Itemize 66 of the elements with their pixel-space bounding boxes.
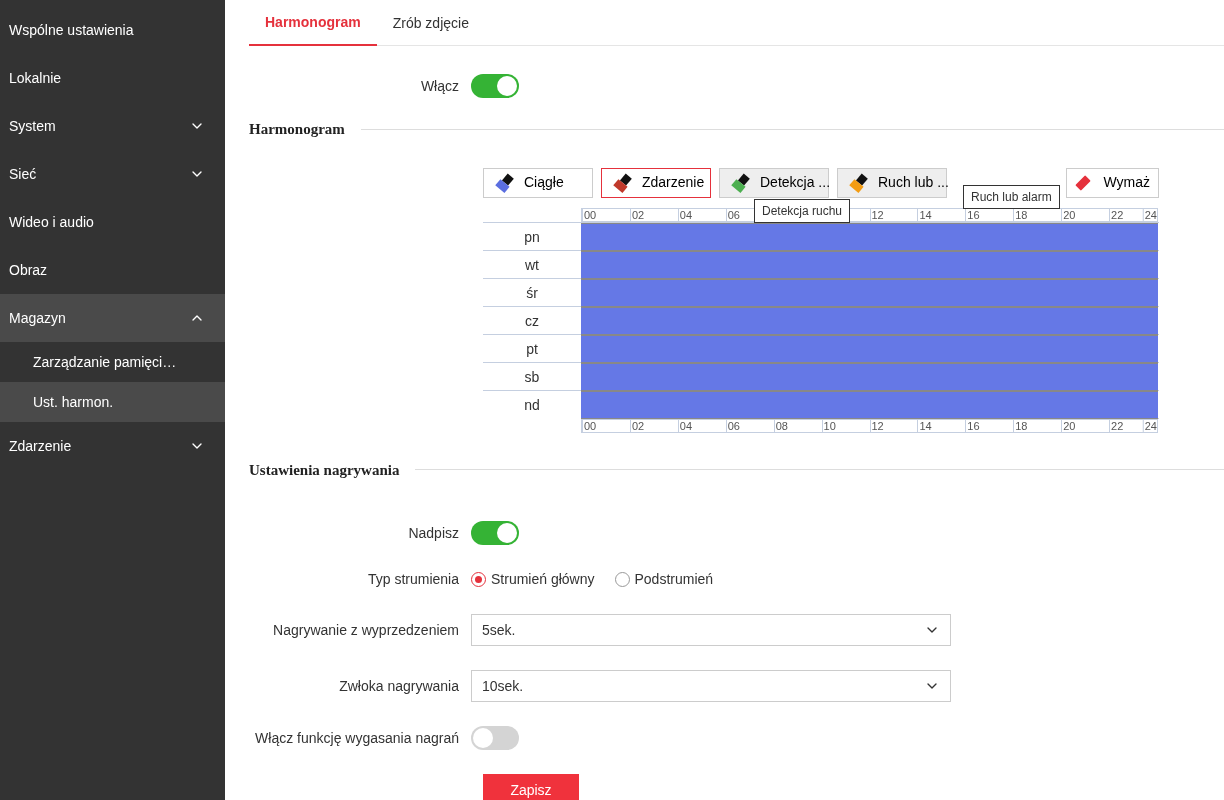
radio-option[interactable]: Strumień główny — [471, 569, 595, 590]
field-label: Nagrywanie z wyprzedzeniem — [272, 620, 460, 640]
hour-label: 14 — [917, 419, 932, 433]
tooltip: Detekcja ruchu — [754, 198, 851, 223]
field-label: Włącz — [419, 76, 460, 96]
brush-button[interactable]: Zdarzenie — [601, 167, 711, 198]
hour-label: 18 — [1013, 419, 1028, 433]
section-title: Ustawienia nagrywania — [249, 460, 400, 480]
tab[interactable]: Harmonogram — [249, 0, 377, 46]
hour-label: 18 — [1013, 208, 1028, 222]
toggle-switch[interactable] — [471, 74, 519, 98]
day-label: pt — [525, 339, 539, 359]
hour-label: 10 — [821, 419, 836, 433]
brush-button[interactable]: Ciągłe — [483, 167, 593, 198]
sidebar-item[interactable]: Wspólne ustawienia — [0, 6, 225, 54]
hour-label: 24 — [1142, 419, 1157, 433]
field-label: Włącz funkcję wygasania nagrań — [254, 728, 460, 748]
field-label: Zwłoka nagrywania — [338, 676, 460, 696]
section-title: Harmonogram — [249, 120, 345, 139]
hour-label: 20 — [1061, 419, 1076, 433]
toggle-switch[interactable] — [471, 726, 519, 750]
sidebar-item[interactable]: Sieć — [0, 150, 225, 198]
hour-label: 04 — [677, 208, 693, 222]
dropdown-field[interactable]: 10sek. — [471, 670, 951, 702]
hour-label: 22 — [1109, 208, 1124, 222]
hour-label: 02 — [629, 208, 645, 222]
day-label: cz — [524, 311, 540, 331]
save-button[interactable]: Zapisz — [483, 774, 579, 800]
hour-label: 12 — [869, 208, 884, 222]
brush-button[interactable]: Detekcja ... — [719, 167, 829, 198]
day-label: pn — [523, 227, 541, 247]
sidebar-subitem[interactable]: Ust. harmon. — [0, 382, 225, 422]
hour-label: 14 — [917, 208, 932, 222]
hour-label: 20 — [1061, 208, 1076, 222]
hour-label: 16 — [965, 208, 980, 222]
hour-label: 24 — [1142, 208, 1157, 222]
hour-label: 16 — [965, 419, 980, 433]
sidebar-item[interactable]: Magazyn — [0, 294, 225, 342]
hour-label: 06 — [725, 419, 740, 433]
hour-label: 02 — [629, 419, 645, 433]
field-label: Nadpisz — [407, 523, 460, 543]
hour-label: 06 — [725, 208, 740, 222]
hour-label: 00 — [582, 419, 597, 433]
dropdown-field[interactable]: 5sek. — [471, 614, 951, 646]
day-label: śr — [525, 283, 539, 303]
hour-label: 04 — [677, 419, 693, 433]
erase-button[interactable]: Wymaż — [1066, 167, 1159, 198]
hour-label: 00 — [582, 208, 597, 222]
tooltip: Ruch lub alarm — [963, 184, 1060, 209]
sidebar-item[interactable]: Wideo i audio — [0, 198, 225, 246]
hour-label: 12 — [869, 419, 884, 433]
field-label: Typ strumienia — [366, 570, 460, 589]
day-label: wt — [524, 255, 540, 275]
sidebar-item[interactable]: System — [0, 102, 225, 150]
day-label: nd — [523, 395, 541, 415]
brush-button[interactable]: Ruch lub ... — [837, 167, 947, 198]
sidebar-item[interactable]: Zdarzenie — [0, 422, 225, 470]
tab[interactable]: Zrób zdjęcie — [376, 0, 485, 46]
hour-label: 22 — [1109, 419, 1124, 433]
sidebar-item[interactable]: Lokalnie — [0, 54, 225, 102]
sidebar-subitem[interactable]: Zarządzanie pamięci… — [0, 342, 225, 382]
hour-label: 08 — [773, 419, 788, 433]
radio-option[interactable]: Podstrumień — [614, 569, 714, 590]
day-label: sb — [523, 367, 541, 387]
sidebar-item[interactable]: Obraz — [0, 246, 225, 294]
toggle-switch[interactable] — [471, 521, 519, 545]
